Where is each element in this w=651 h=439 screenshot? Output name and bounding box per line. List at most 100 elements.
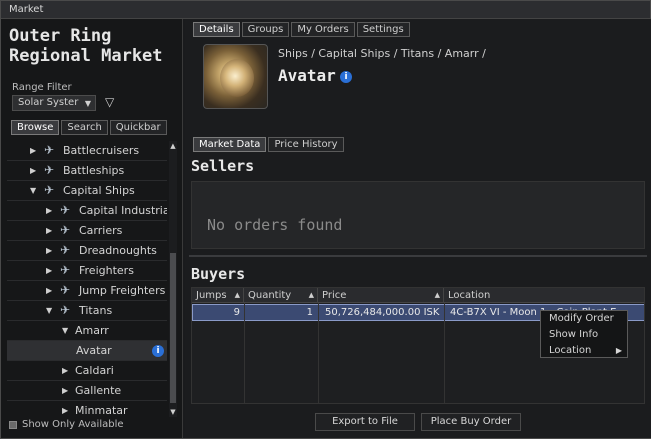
item-name: Avatar	[278, 66, 336, 85]
tree-item-dreadnoughts[interactable]: ▶ ✈ Dreadnoughts	[7, 241, 167, 261]
detail-tabs: Details Groups My Orders Settings	[193, 22, 410, 37]
expand-arrow-icon[interactable]: ▶	[30, 141, 36, 160]
expand-arrow-icon[interactable]: ▶	[46, 201, 52, 220]
tree-item-label: Avatar	[76, 344, 112, 357]
scroll-down-icon[interactable]: ▼	[169, 407, 177, 417]
scrollbar-thumb[interactable]	[170, 253, 176, 403]
range-filter-label: Range Filter	[12, 82, 72, 93]
export-to-file-button[interactable]: Export to File	[315, 413, 415, 431]
menu-item-location[interactable]: Location ▶	[541, 343, 627, 359]
tree-item-jump-freighters[interactable]: ▶ ✈ Jump Freighters	[7, 281, 167, 301]
info-icon[interactable]: i	[152, 345, 164, 357]
sellers-title: Sellers	[191, 157, 255, 175]
tree-item-titans[interactable]: ▼ ✈ Titans	[7, 301, 167, 321]
column-header-price[interactable]: Price ▲	[318, 288, 444, 303]
expand-arrow-icon[interactable]: ▶	[46, 221, 52, 240]
ship-image[interactable]	[203, 44, 268, 109]
tree-item-caldari[interactable]: ▶ Caldari	[7, 361, 167, 381]
show-only-available-checkbox[interactable]	[9, 420, 17, 429]
breadcrumb: Ships / Capital Ships / Titans / Amarr /	[278, 47, 486, 60]
tab-search[interactable]: Search	[61, 120, 108, 135]
tree-item-minmatar[interactable]: ▶ Minmatar	[7, 401, 167, 417]
show-only-available-toggle[interactable]: Show Only Available	[9, 419, 124, 430]
tree-item-battlecruisers[interactable]: ▶ ✈ Battlecruisers	[7, 141, 167, 161]
market-group-icon: ✈	[60, 203, 71, 217]
tree-item-label: Capital Industria	[79, 204, 167, 217]
market-data-tabs: Market Data Price History	[193, 137, 344, 152]
tree-item-avatar[interactable]: Avatar i	[7, 341, 167, 361]
tree-item-gallente[interactable]: ▶ Gallente	[7, 381, 167, 401]
cell-quantity: 1	[306, 307, 313, 318]
menu-item-show-info[interactable]: Show Info	[541, 327, 627, 343]
panel-divider[interactable]	[189, 255, 647, 257]
window-title: Market	[9, 4, 44, 15]
expand-arrow-icon[interactable]: ▶	[62, 401, 68, 417]
column-label: Quantity	[248, 290, 292, 301]
tree-item-label: Dreadnoughts	[79, 244, 157, 257]
tree-item-freighters[interactable]: ▶ ✈ Freighters	[7, 261, 167, 281]
tab-quickbar[interactable]: Quickbar	[109, 120, 167, 135]
tree-item-label: Jump Freighters	[79, 284, 166, 297]
info-icon[interactable]: i	[340, 71, 352, 83]
scroll-up-icon[interactable]: ▲	[169, 141, 177, 151]
tab-market-data[interactable]: Market Data	[193, 137, 267, 152]
market-title: Outer Ring Regional Market	[9, 26, 163, 66]
tab-details[interactable]: Details	[193, 22, 240, 37]
column-divider	[318, 303, 319, 403]
column-header-jumps[interactable]: Jumps ▲	[192, 288, 244, 303]
item-header: Ships / Capital Ships / Titans / Amarr /…	[191, 39, 645, 113]
market-tree: ▶ ✈ Battlecruisers ▶ ✈ Battleships ▼ ✈ C…	[7, 141, 167, 417]
market-window: Market Outer Ring Regional Market Range …	[0, 0, 651, 439]
expand-arrow-icon[interactable]: ▶	[62, 361, 68, 380]
expand-arrow-icon[interactable]: ▶	[46, 261, 52, 280]
tab-groups[interactable]: Groups	[241, 22, 290, 37]
tree-item-amarr[interactable]: ▼ Amarr	[7, 321, 167, 341]
filter-icon[interactable]: ▽	[105, 95, 114, 109]
market-group-icon: ✈	[60, 243, 71, 257]
collapse-arrow-icon[interactable]: ▼	[62, 321, 68, 340]
right-panel: Details Groups My Orders Settings Ships …	[185, 19, 651, 438]
market-group-icon: ✈	[60, 303, 71, 317]
tree-item-capital-industrial[interactable]: ▶ ✈ Capital Industria	[7, 201, 167, 221]
range-filter-dropdown[interactable]: Solar Syster ▼	[12, 95, 96, 111]
tab-settings[interactable]: Settings	[356, 22, 410, 37]
collapse-arrow-icon[interactable]: ▼	[30, 181, 36, 200]
tab-browse[interactable]: Browse	[11, 120, 60, 135]
tree-item-label: Titans	[79, 304, 113, 317]
browse-tabs: Browse Search Quickbar	[11, 120, 167, 135]
menu-item-modify-order[interactable]: Modify Order	[541, 311, 627, 327]
range-filter-value: Solar Syster	[18, 97, 79, 108]
market-group-icon: ✈	[44, 183, 55, 197]
sellers-list: No orders found	[191, 181, 645, 249]
market-group-icon: ✈	[60, 283, 71, 297]
buyers-title: Buyers	[191, 265, 246, 283]
tab-price-history[interactable]: Price History	[268, 137, 344, 152]
tree-item-battleships[interactable]: ▶ ✈ Battleships	[7, 161, 167, 181]
column-label: Location	[448, 290, 491, 301]
collapse-arrow-icon[interactable]: ▼	[46, 301, 52, 320]
tab-my-orders[interactable]: My Orders	[291, 22, 355, 37]
tree-item-label: Capital Ships	[63, 184, 135, 197]
column-header-location[interactable]: Location	[444, 288, 644, 303]
left-panel: Outer Ring Regional Market Range Filter …	[1, 19, 183, 438]
column-header-quantity[interactable]: Quantity ▲	[244, 288, 318, 303]
column-label: Price	[322, 290, 347, 301]
tree-scrollbar[interactable]: ▲ ▼	[169, 141, 177, 417]
tree-item-label: Battleships	[63, 164, 125, 177]
market-group-icon: ✈	[44, 163, 55, 177]
tree-item-carriers[interactable]: ▶ ✈ Carriers	[7, 221, 167, 241]
window-titlebar[interactable]: Market	[1, 1, 650, 19]
place-buy-order-button[interactable]: Place Buy Order	[421, 413, 521, 431]
cell-price: 50,726,484,000.00 ISK	[325, 307, 440, 318]
tree-item-label: Amarr	[75, 324, 109, 337]
menu-item-label: Location	[549, 345, 592, 356]
tree-item-capital-ships[interactable]: ▼ ✈ Capital Ships	[7, 181, 167, 201]
expand-arrow-icon[interactable]: ▶	[46, 281, 52, 300]
market-group-icon: ✈	[44, 143, 55, 157]
tree-item-label: Minmatar	[75, 404, 128, 417]
expand-arrow-icon[interactable]: ▶	[30, 161, 36, 180]
expand-arrow-icon[interactable]: ▶	[46, 241, 52, 260]
sort-asc-icon: ▲	[308, 291, 314, 299]
tree-item-label: Battlecruisers	[63, 144, 140, 157]
expand-arrow-icon[interactable]: ▶	[62, 381, 68, 400]
